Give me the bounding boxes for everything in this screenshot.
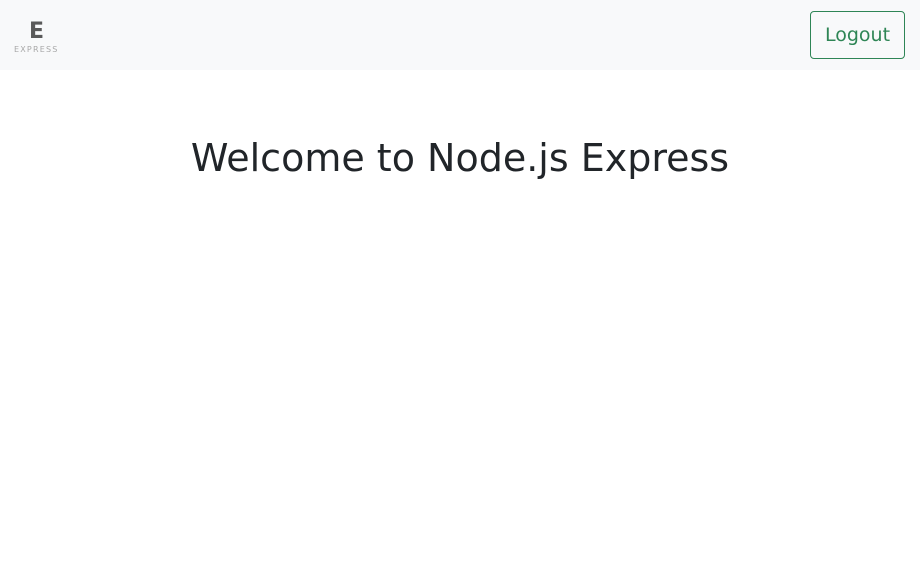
- logo-wordmark: EXPRESS: [14, 45, 59, 54]
- logout-button[interactable]: Logout: [810, 11, 905, 59]
- page-title: Welcome to Node.js Express: [190, 136, 730, 180]
- logo-letter: E: [29, 19, 45, 44]
- navbar: E EXPRESS Logout: [0, 0, 920, 70]
- express-logo[interactable]: E EXPRESS: [14, 20, 66, 56]
